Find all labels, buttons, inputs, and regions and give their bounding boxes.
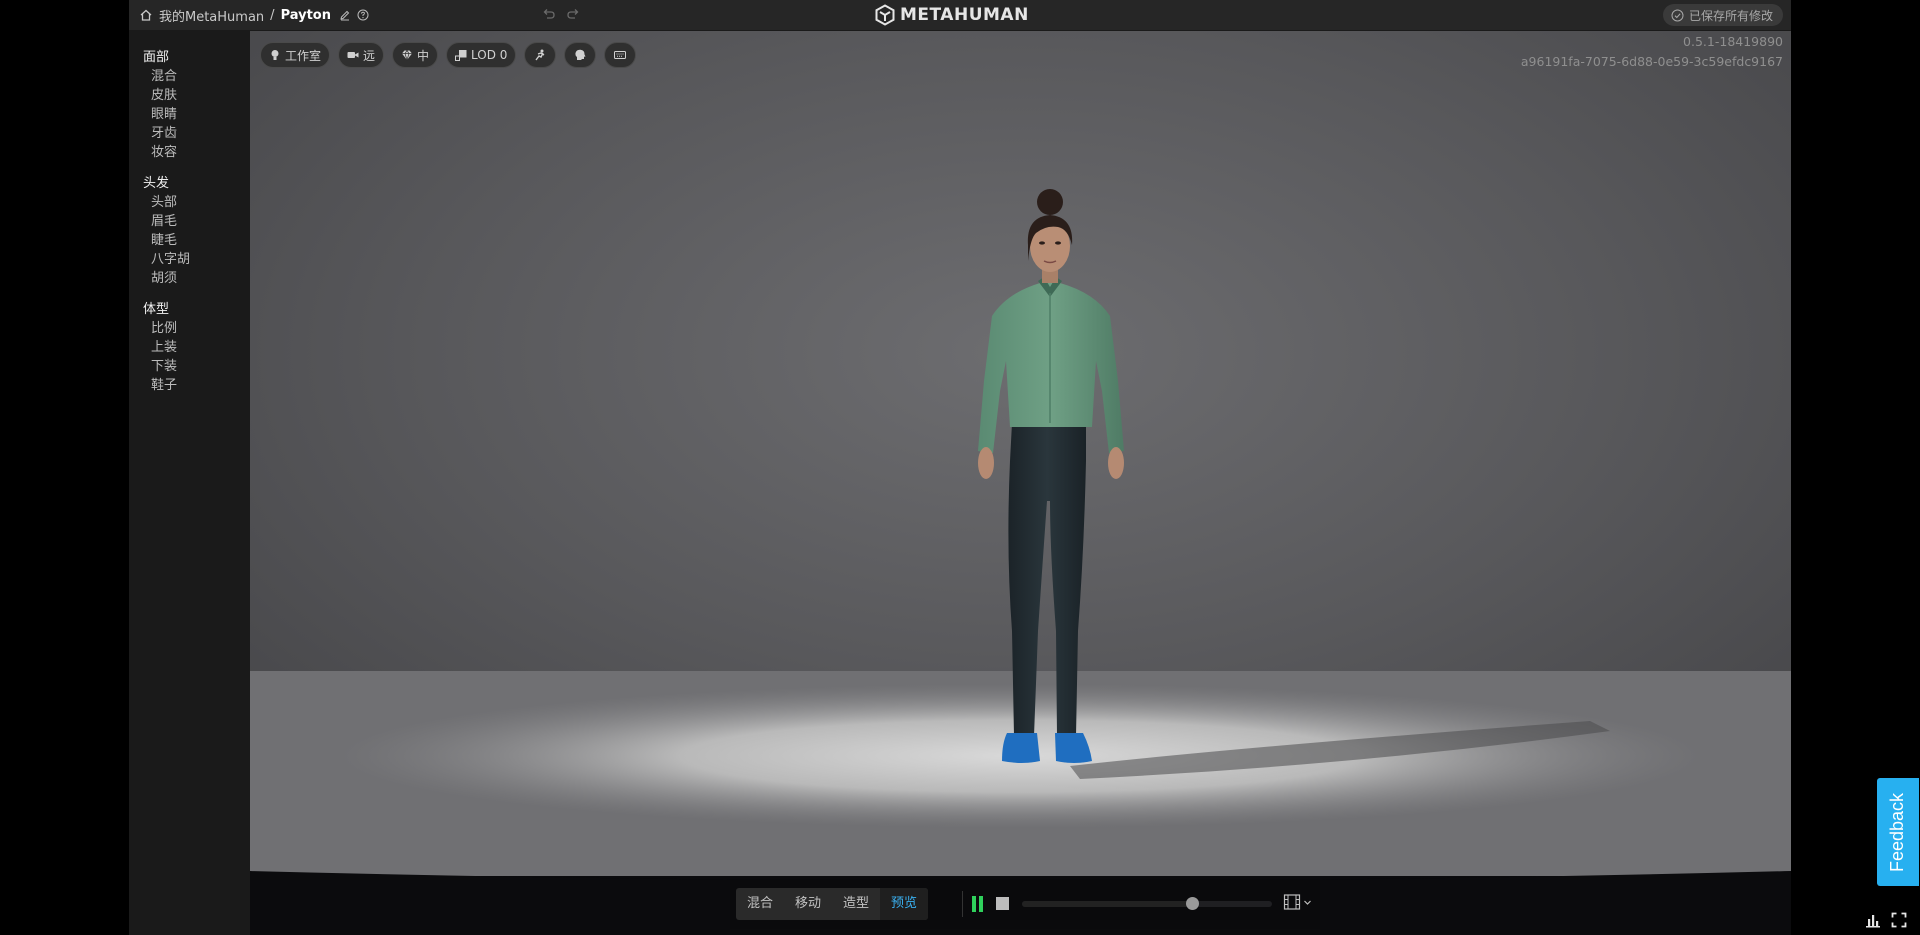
- sidebar-item-eyes[interactable]: 眼睛: [143, 105, 250, 124]
- keyboard-button[interactable]: [604, 42, 637, 68]
- divider: [962, 891, 963, 917]
- lod-button[interactable]: LOD 0: [446, 42, 517, 68]
- breadcrumb-my-metahuman[interactable]: 我的MetaHuman: [159, 6, 264, 25]
- mode-tab-sculpt[interactable]: 造型: [832, 888, 880, 920]
- quality-label: 中: [417, 48, 430, 63]
- sidebar-item-top[interactable]: 上装: [143, 338, 250, 357]
- fullscreen-icon[interactable]: [1891, 912, 1907, 928]
- character-name: Payton: [280, 7, 331, 23]
- character-left-eye: [1039, 241, 1045, 245]
- breadcrumb: 我的MetaHuman / Payton: [139, 0, 369, 30]
- home-icon[interactable]: [139, 8, 153, 22]
- timeline-fill: [1022, 901, 1192, 907]
- pause-icon[interactable]: [972, 896, 986, 912]
- timeline-slider[interactable]: [1022, 897, 1272, 910]
- playback-bar: 混合 移动 造型 预览: [730, 879, 1320, 929]
- lighting-button[interactable]: 工作室: [260, 42, 331, 68]
- character-left-hand: [978, 447, 994, 479]
- sidebar-item-mustache[interactable]: 八字胡: [143, 250, 250, 269]
- feedback-button[interactable]: Feedback: [1877, 778, 1919, 886]
- session-id: a96191fa-7075-6d88-0e59-3c59efdc9167: [1520, 54, 1783, 69]
- sidebar-item-bottom[interactable]: 下装: [143, 357, 250, 376]
- top-bar: 我的MetaHuman / Payton METAHUMAN 已保存所有修改: [129, 0, 1791, 31]
- metahuman-logo-icon: [875, 4, 895, 26]
- sidebar-item-eyebrows[interactable]: 眉毛: [143, 212, 250, 231]
- sidebar-item-shoes[interactable]: 鞋子: [143, 376, 250, 395]
- chevron-down-icon: [1304, 900, 1311, 905]
- sidebar-item-teeth[interactable]: 牙齿: [143, 124, 250, 143]
- lightbulb-icon: [271, 50, 279, 60]
- mode-tab-blend[interactable]: 混合: [736, 888, 784, 920]
- sidebar-group-title[interactable]: 面部: [143, 48, 250, 67]
- character-right-hand: [1108, 447, 1124, 479]
- mode-selector: 混合 移动 造型 预览: [736, 888, 929, 920]
- running-figure-icon: [535, 49, 545, 61]
- film-strip-icon: [1283, 894, 1301, 910]
- save-status-text: 已保存所有修改: [1688, 8, 1773, 23]
- camera-select[interactable]: [1283, 893, 1312, 911]
- breadcrumb-separator: /: [270, 7, 275, 23]
- 3d-viewport[interactable]: 工作室 远 中 LOD 0 0.5.1-18419890 a96191fa-70…: [250, 31, 1791, 935]
- metahuman-logo: METAHUMAN: [874, 3, 1029, 27]
- stats-icon[interactable]: [1865, 912, 1881, 928]
- character-left-shoe: [1002, 733, 1040, 763]
- sidebar-item-eyelashes[interactable]: 睫毛: [143, 231, 250, 250]
- undo-icon[interactable]: [541, 6, 557, 22]
- save-status-badge: 已保存所有修改: [1662, 4, 1783, 26]
- version-number: 0.5.1-18419890: [1683, 34, 1783, 49]
- sidebar-group-title[interactable]: 体型: [143, 300, 250, 319]
- sidebar-item-beard[interactable]: 胡须: [143, 269, 250, 288]
- sidebar-group-hair: 头发 头部 眉毛 睫毛 八字胡 胡须: [143, 174, 250, 288]
- diamond-icon: [402, 49, 413, 61]
- head-view-button[interactable]: [564, 42, 597, 68]
- sidebar-item-blend[interactable]: 混合: [143, 67, 250, 86]
- app-window: 我的MetaHuman / Payton METAHUMAN 已保存所有修改 面…: [129, 0, 1791, 935]
- sidebar-group-face: 面部 混合 皮肤 眼睛 牙齿 妆容: [143, 48, 250, 162]
- viewport-toolbar: 工作室 远 中 LOD 0: [260, 42, 637, 68]
- lod-icon: [455, 50, 467, 61]
- sidebar: 面部 混合 皮肤 眼睛 牙齿 妆容 头发 头部 眉毛 睫毛 八字胡 胡须 体型 …: [129, 31, 250, 935]
- lod-label: LOD 0: [471, 48, 508, 62]
- quality-button[interactable]: 中: [392, 42, 439, 68]
- sidebar-item-skin[interactable]: 皮肤: [143, 86, 250, 105]
- head-profile-icon: [575, 49, 586, 60]
- sidebar-group-title[interactable]: 头发: [143, 174, 250, 193]
- redo-icon[interactable]: [565, 6, 581, 22]
- timeline-handle[interactable]: [1186, 897, 1199, 910]
- character-right-eye: [1055, 241, 1061, 245]
- edit-name-icon[interactable]: [339, 9, 351, 21]
- help-icon[interactable]: [357, 9, 369, 21]
- keyboard-icon: [614, 51, 627, 59]
- video-camera-icon: [347, 52, 359, 58]
- lighting-label: 工作室: [285, 48, 322, 63]
- logo-text: METAHUMAN: [900, 5, 1029, 25]
- feedback-label: Feedback: [1887, 792, 1908, 872]
- character-hair-bun: [1037, 189, 1063, 215]
- check-circle-icon: [1671, 9, 1684, 21]
- camera-label: 远: [363, 48, 376, 63]
- sidebar-item-makeup[interactable]: 妆容: [143, 143, 250, 162]
- mode-tab-move[interactable]: 移动: [784, 888, 832, 920]
- sidebar-group-body: 体型 比例 上装 下装 鞋子: [143, 300, 250, 395]
- camera-button[interactable]: 远: [338, 42, 385, 68]
- undo-redo-group: [541, 6, 581, 22]
- mode-tab-preview[interactable]: 预览: [880, 888, 929, 920]
- sidebar-item-head[interactable]: 头部: [143, 193, 250, 212]
- animation-button[interactable]: [524, 42, 557, 68]
- sidebar-item-proportions[interactable]: 比例: [143, 319, 250, 338]
- character-scene[interactable]: [250, 31, 1791, 935]
- version-info: 0.5.1-18419890 a96191fa-7075-6d88-0e59-3…: [1521, 32, 1783, 72]
- stop-icon[interactable]: [996, 897, 1009, 910]
